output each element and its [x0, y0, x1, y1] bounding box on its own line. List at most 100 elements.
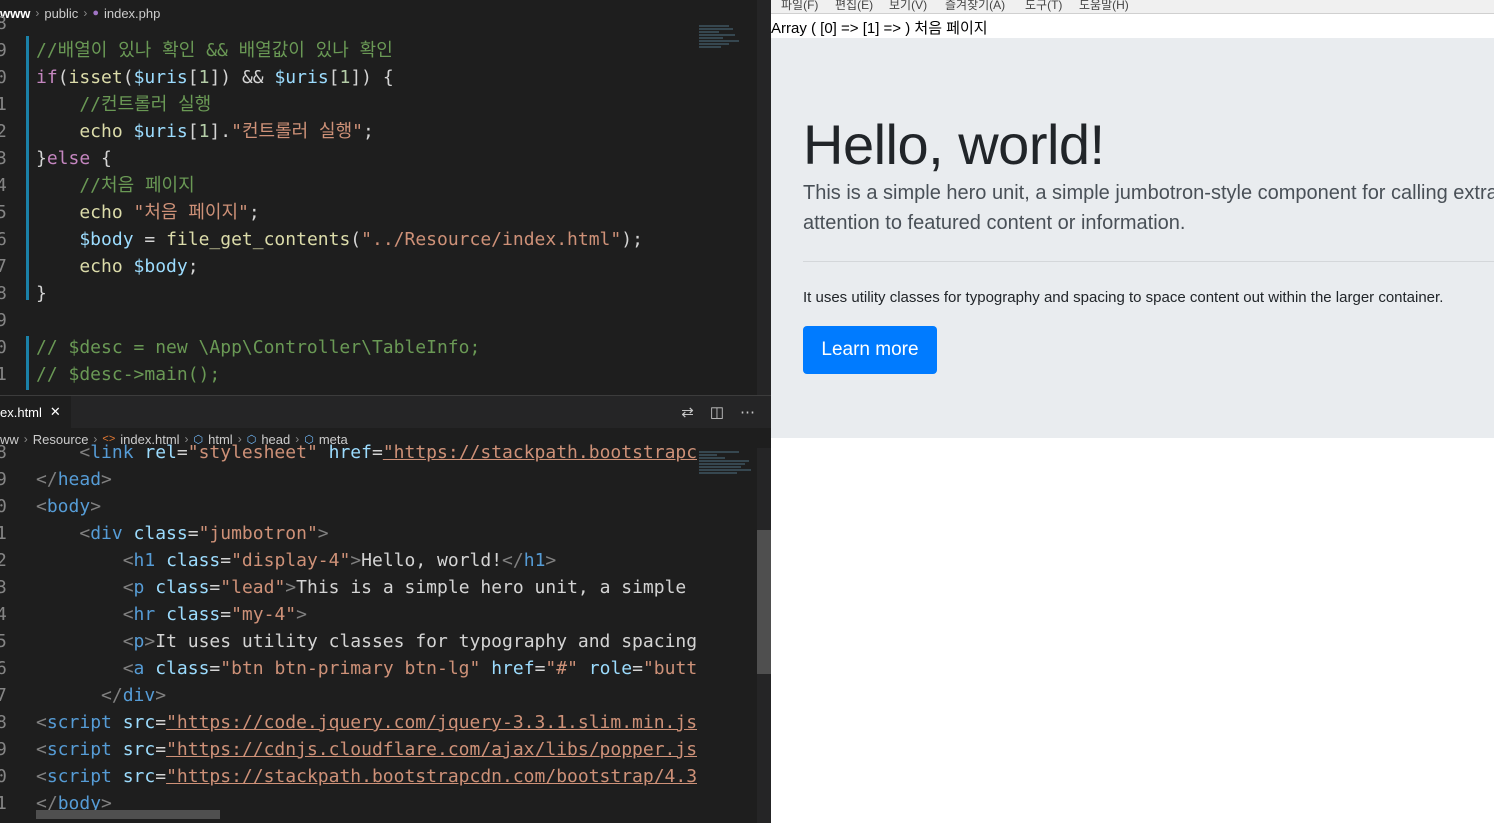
code-line[interactable]: 9 <script src="https://cdnjs.cloudflare.c… [0, 736, 697, 763]
line-number: 8 [0, 13, 7, 34]
code-token: = [176, 442, 188, 463]
code-line[interactable]: 7 </div> [0, 682, 697, 709]
code-token: < [36, 442, 91, 463]
code-token: ]) && [209, 67, 275, 88]
code-line[interactable]: 9 </head> [0, 466, 697, 493]
code-line[interactable]: 8 <script src="https://code.jquery.com/jq… [0, 709, 697, 736]
code-token: file_get_contents [166, 229, 351, 250]
jumbotron: Hello, world! This is a simple hero unit… [771, 38, 1494, 438]
code-token: rel [144, 442, 177, 463]
code-text: echo "처음 페이지"; [36, 199, 260, 226]
code-line[interactable]: 2 echo $uris[1]."컨트롤러 실행"; [0, 118, 697, 145]
split-editor-icon[interactable]: ◫ [710, 403, 724, 421]
code-line[interactable]: 6 <a class="btn btn-primary btn-lg" href… [0, 655, 697, 682]
code-line[interactable]: 8} [0, 280, 697, 307]
menu-edit[interactable]: 편집(E) [835, 0, 873, 13]
code-line[interactable]: 5 <p>It uses utility classes for typogra… [0, 628, 697, 655]
code-token: } [36, 148, 47, 169]
line-number: 4 [0, 175, 7, 196]
code-line[interactable]: 3 <p class="lead">This is a simple hero … [0, 574, 697, 601]
code-text: <h1 class="display-4">Hello, world!</h1> [36, 547, 557, 574]
compare-changes-icon[interactable]: ⇄ [681, 403, 694, 421]
code-token: ( [122, 67, 134, 88]
code-line[interactable]: 8 <link rel="stylesheet" href="https://s… [0, 439, 697, 466]
editor-tab-bar: ex.html ✕ ⇄ ◫ ⋯ [0, 395, 771, 428]
code-token: = [220, 550, 232, 571]
code-text: <p class="lead">This is a simple hero un… [36, 574, 697, 601]
menu-view[interactable]: 보기(V) [889, 0, 927, 13]
code-text: echo $uris[1]."컨트롤러 실행"; [36, 118, 374, 145]
menu-favorites[interactable]: 즐겨찾기(A) [945, 0, 1005, 13]
horizontal-scrollbar-thumb[interactable] [36, 810, 220, 819]
code-text: if(isset($uris[1]) && $uris[1]) { [36, 64, 394, 91]
code-token: ( [350, 229, 362, 250]
code-token: href [491, 658, 535, 679]
code-token: > [101, 469, 112, 490]
code-line[interactable]: 9 [0, 307, 697, 334]
code-token: = [534, 658, 546, 679]
line-number: 0 [0, 337, 7, 358]
code-token: < [36, 550, 134, 571]
code-token: < [36, 523, 91, 544]
code-token: ; [362, 121, 374, 142]
code-line[interactable]: 4 //처음 페이지 [0, 172, 697, 199]
code-token: "display-4" [231, 550, 351, 571]
code-line[interactable]: 9 //배열이 있나 확인 && 배열값이 있나 확인 [0, 37, 697, 64]
scrollbar-top[interactable] [757, 0, 771, 395]
code-text: //처음 페이지 [36, 172, 194, 199]
line-number: 7 [0, 256, 7, 277]
code-token: > [317, 523, 329, 544]
minimap-top[interactable] [697, 24, 757, 74]
code-line[interactable]: 6 $body = file_get_contents("../Resource… [0, 226, 697, 253]
code-line[interactable]: 1 <div class="jumbotron"> [0, 520, 697, 547]
tab-label: ex.html [0, 404, 42, 420]
code-token: 1 [198, 121, 210, 142]
code-token: = [187, 523, 199, 544]
code-text: <p>It uses utility classes for typograph… [36, 628, 697, 655]
code-token: < [36, 739, 47, 760]
code-line[interactable]: 0 if(isset($uris[1]) && $uris[1]) { [0, 64, 697, 91]
code-text: echo $body; [36, 253, 198, 280]
line-number: 7 [0, 685, 7, 706]
code-line[interactable]: 4 <hr class="my-4"> [0, 601, 697, 628]
code-line[interactable]: 3}else { [0, 145, 697, 172]
code-token: a [133, 658, 156, 679]
minimap-bottom[interactable] [697, 450, 757, 495]
code-token: class [133, 523, 188, 544]
code-token: This is a simple hero unit, a simple jum… [296, 577, 687, 598]
more-actions-icon[interactable]: ⋯ [740, 403, 755, 421]
tab-index-html[interactable]: ex.html ✕ [0, 396, 71, 428]
code-line[interactable]: 2 <h1 class="display-4">Hello, world!</h… [0, 547, 697, 574]
code-line[interactable]: 5 echo "처음 페이지"; [0, 199, 697, 226]
code-line[interactable]: 0 <body> [0, 493, 697, 520]
code-token: "btn btn-primary btn-lg" [220, 658, 492, 679]
code-line[interactable]: 1 // $desc->main(); [0, 361, 697, 388]
code-line[interactable]: 0 // $desc = new \App\Controller\TableInf… [0, 334, 697, 361]
code-token: = [209, 658, 221, 679]
menu-tools[interactable]: 도구(T) [1025, 0, 1062, 13]
code-token: echo [36, 121, 134, 142]
code-token: div [122, 685, 156, 706]
code-token: = [155, 712, 167, 733]
code-text: $body = file_get_contents("../Resource/i… [36, 226, 643, 253]
code-token: </ [36, 685, 123, 706]
code-token: </ [36, 469, 58, 490]
scrollbar-thumb[interactable] [757, 530, 771, 674]
code-token: else [46, 148, 91, 169]
code-line[interactable]: 8 [0, 10, 697, 37]
code-token: < [36, 712, 47, 733]
code-token: "my-4" [231, 604, 297, 625]
code-token: ; [248, 202, 260, 223]
code-token: $uris [133, 121, 188, 142]
learn-more-button[interactable]: Learn more [803, 326, 937, 374]
code-token: src [122, 739, 156, 760]
code-line[interactable]: 7 echo $body; [0, 253, 697, 280]
menu-file[interactable]: 파일(F) [781, 0, 818, 13]
code-line[interactable]: 0 <script src="https://stackpath.bootstra… [0, 763, 697, 790]
code-token: { [90, 148, 112, 169]
code-line[interactable]: 1 //컨트롤러 실행 [0, 91, 697, 118]
close-icon[interactable]: ✕ [50, 404, 61, 420]
menu-help[interactable]: 도움말(H) [1079, 0, 1129, 13]
code-token: //컨트롤러 실행 [36, 94, 212, 115]
code-text: <div class="jumbotron"> [36, 520, 329, 547]
